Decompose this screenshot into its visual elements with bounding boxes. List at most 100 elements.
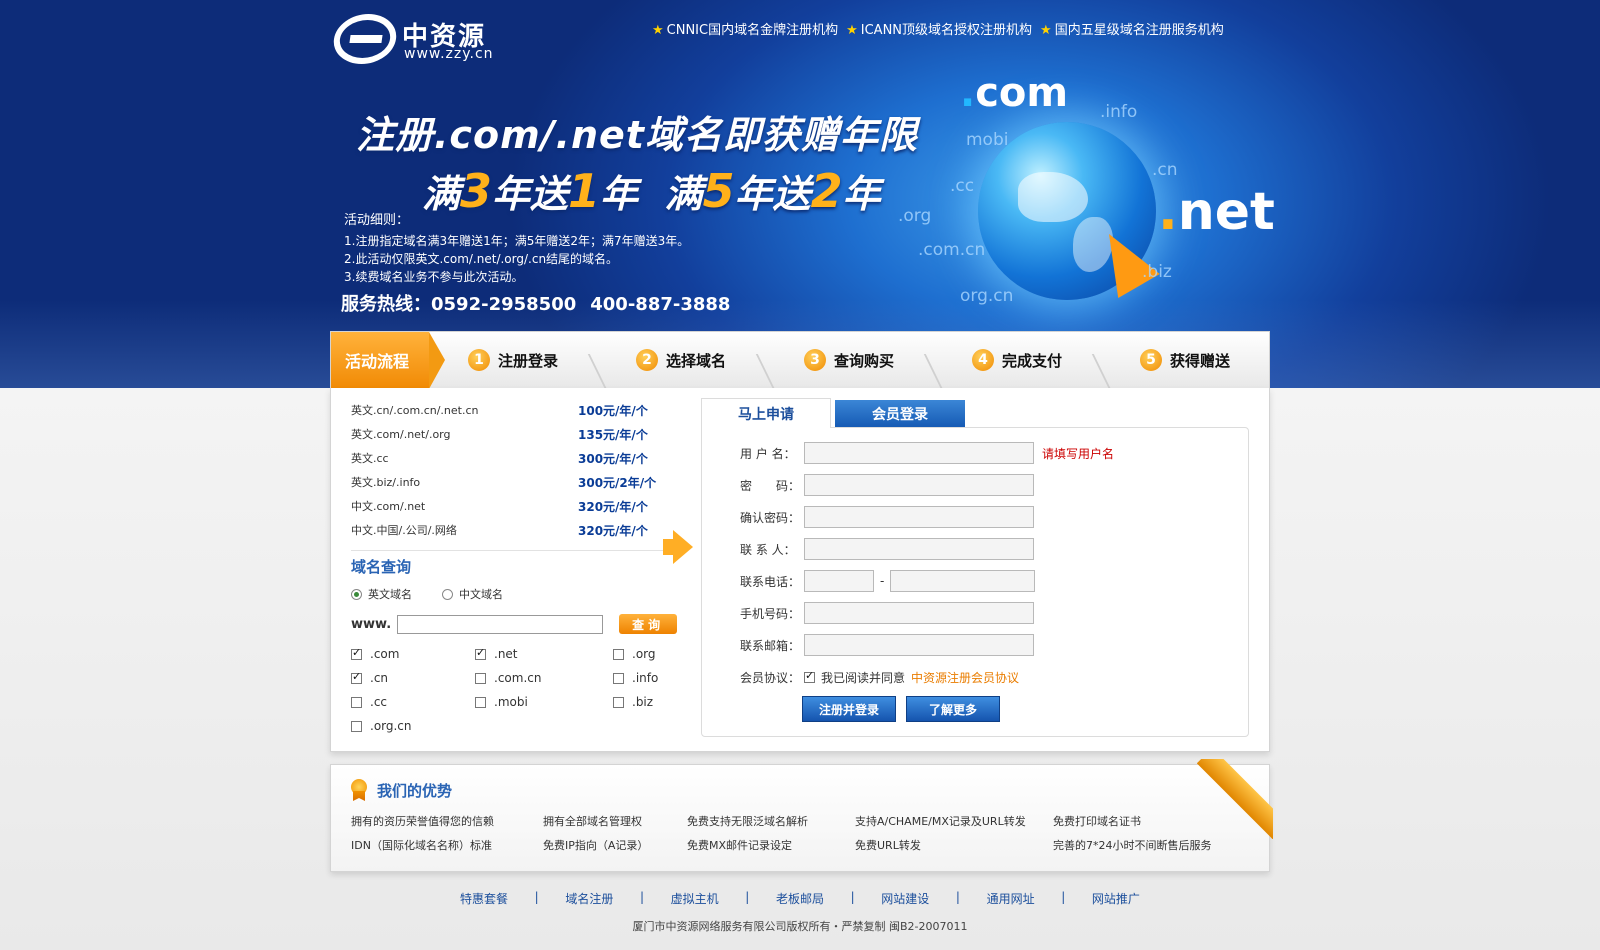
tld-checkbox[interactable]: .net	[475, 646, 613, 662]
password-label: 密 码：	[740, 478, 801, 493]
advantage-item: 支持A/CHAME/MX记录及URL转发	[855, 815, 1026, 828]
tld-small: org.cn	[960, 286, 1014, 306]
price-row: 英文.com/.net/.org 135元/年/个	[351, 427, 648, 442]
checkbox-checked-icon[interactable]	[475, 646, 486, 660]
password-row: 密 码：	[740, 474, 1034, 496]
footer-link[interactable]: 域名注册	[565, 890, 613, 907]
email-input[interactable]	[804, 634, 1034, 656]
tld-small: .biz	[1142, 262, 1172, 282]
advantage-item: 拥有的资历荣誉值得您的信赖	[351, 815, 494, 828]
domain-search-button[interactable]: 查询	[619, 614, 678, 634]
radio-english-domain[interactable]: 英文域名	[351, 586, 412, 602]
phone-area-input[interactable]	[804, 570, 874, 592]
radio-unchecked-icon[interactable]	[442, 588, 453, 600]
price-row: 中文.com/.net 320元/年/个	[351, 499, 648, 514]
register-login-button[interactable]: 注册并登录	[802, 696, 896, 722]
tld-small: .org	[898, 206, 932, 226]
checkbox-unchecked-icon[interactable]	[475, 672, 486, 684]
domain-search-input[interactable]	[397, 614, 604, 634]
tld-checkbox[interactable]: .mobi	[475, 694, 613, 710]
footer-link[interactable]: 网站推广	[1092, 890, 1140, 907]
confirm-password-row: 确认密码：	[740, 506, 1034, 528]
footer-separator: |	[534, 890, 539, 904]
phone-number-input[interactable]	[890, 570, 1036, 592]
contact-input[interactable]	[804, 538, 1034, 560]
step-number: 4	[971, 349, 994, 371]
footer-link[interactable]: 虚拟主机	[671, 890, 719, 907]
tld-checkbox[interactable]: .cc	[351, 694, 475, 710]
footer-link[interactable]: 通用网址	[987, 890, 1035, 907]
rule-item: 2.此活动仅限英文.com/.net/.org/.cn结尾的域名。	[344, 252, 619, 266]
step-2: 2 选择域名	[597, 349, 765, 371]
checkbox-unchecked-icon[interactable]	[351, 696, 362, 708]
checkbox-unchecked-icon[interactable]	[613, 672, 624, 684]
tld-checkbox[interactable]: .com	[351, 646, 475, 662]
site-logo[interactable]: 中资源 www.zzy.cn	[330, 14, 534, 66]
divider	[351, 550, 666, 551]
checkbox-unchecked-icon[interactable]	[475, 696, 486, 708]
headline-sub: 满3年送1年 满5年送2年	[422, 164, 881, 218]
tld-checkboxes: .com .net .org .cn .com.cn .info .cc .mo…	[351, 646, 671, 734]
price-row: 英文.biz/.info 300元/2年/个	[351, 475, 657, 490]
tld-small: .cn	[1152, 160, 1178, 180]
activity-steps: 活动流程 1 注册登录 2 选择域名 3 查询购买 4 完成支付 5 获得赠送	[330, 331, 1270, 388]
username-hint: 请填写用户名	[1042, 446, 1115, 461]
form-tabs: 马上申请 会员登录	[701, 398, 965, 428]
confirm-password-input[interactable]	[804, 506, 1034, 528]
checkbox-unchecked-icon[interactable]	[351, 720, 362, 732]
price-row: 英文.cc 300元/年/个	[351, 451, 648, 466]
radio-checked-icon[interactable]	[351, 588, 362, 600]
tab-apply[interactable]: 马上申请	[701, 398, 831, 428]
logo-url: www.zzy.cn	[404, 46, 494, 62]
step-number: 5	[1139, 349, 1162, 371]
checkbox-unchecked-icon[interactable]	[613, 648, 624, 660]
checkbox-checked-icon[interactable]	[351, 646, 362, 660]
tld-checkbox[interactable]: .cn	[351, 670, 475, 686]
tld-checkbox[interactable]: .info	[613, 670, 673, 686]
cert-item: ★ ICANN顶级域名授权注册机构	[846, 23, 1033, 38]
mobile-input[interactable]	[804, 602, 1034, 624]
advantage-item: 免费IP指向（A记录）	[543, 839, 649, 852]
confirm-password-label: 确认密码：	[740, 510, 801, 525]
cert-item: ★ CNNIC国内域名金牌注册机构	[652, 23, 839, 38]
ribbon-icon	[1197, 759, 1273, 839]
tld-checkbox[interactable]: .org	[613, 646, 673, 662]
checkbox-checked-icon[interactable]	[351, 670, 362, 684]
rule-item: 1.注册指定域名满3年赠送1年；满5年赠送2年；满7年赠送3年。	[344, 234, 690, 248]
headline-main: 注册.com/.net域名即获赠年限	[356, 113, 918, 157]
footer-link[interactable]: 网站建设	[881, 890, 929, 907]
advantage-item: IDN（国际化域名名称）标准	[351, 839, 492, 852]
advantage-item: 免费URL转发	[855, 839, 921, 852]
checkbox-unchecked-icon[interactable]	[613, 696, 624, 708]
checkbox-checked-icon[interactable]	[804, 669, 815, 683]
tld-checkbox[interactable]: .biz	[613, 694, 673, 710]
step-number: 3	[803, 349, 826, 371]
advantage-item: 完善的7*24小时不间断售后服务	[1053, 839, 1212, 852]
step-number: 2	[635, 349, 658, 371]
agreement-link[interactable]: 中资源注册会员协议	[911, 669, 1019, 686]
footer-link[interactable]: 老板邮局	[776, 890, 824, 907]
tld-net-label: .net	[1158, 182, 1275, 242]
advantage-item: 拥有全部域名管理权	[543, 815, 642, 828]
tld-small: .cc	[950, 176, 975, 196]
username-input[interactable]	[804, 442, 1034, 464]
footer-separator: |	[850, 890, 855, 904]
star-icon: ★	[846, 23, 858, 38]
tld-checkbox[interactable]: .org.cn	[351, 718, 475, 734]
radio-chinese-domain[interactable]: 中文域名	[442, 586, 503, 602]
learn-more-button[interactable]: 了解更多	[906, 696, 1000, 722]
tld-small: .info	[1100, 102, 1138, 122]
rules-title: 活动细则：	[344, 213, 410, 228]
hero-banner: 中资源 www.zzy.cn ★ CNNIC国内域名金牌注册机构 ★ ICANN顶级…	[0, 0, 1600, 388]
email-row: 联系邮箱：	[740, 634, 1034, 656]
tld-checkbox[interactable]: .com.cn	[475, 670, 613, 686]
agreement-checkbox[interactable]: 我已阅读并同意中资源注册会员协议	[804, 669, 1019, 685]
domain-search-bar: www. 查询	[351, 614, 678, 634]
agreement-row: 会员协议： 我已阅读并同意中资源注册会员协议	[740, 666, 1019, 688]
tab-member-login[interactable]: 会员登录	[835, 400, 965, 428]
star-icon: ★	[1040, 23, 1052, 38]
password-input[interactable]	[804, 474, 1034, 496]
footer-link[interactable]: 特惠套餐	[460, 890, 508, 907]
username-row: 用 户 名： 请填写用户名	[740, 442, 1114, 464]
footer-nav: 特惠套餐 | 域名注册 | 虚拟主机 | 老板邮局 | 网站建设 | 通用网址 …	[460, 890, 1140, 907]
